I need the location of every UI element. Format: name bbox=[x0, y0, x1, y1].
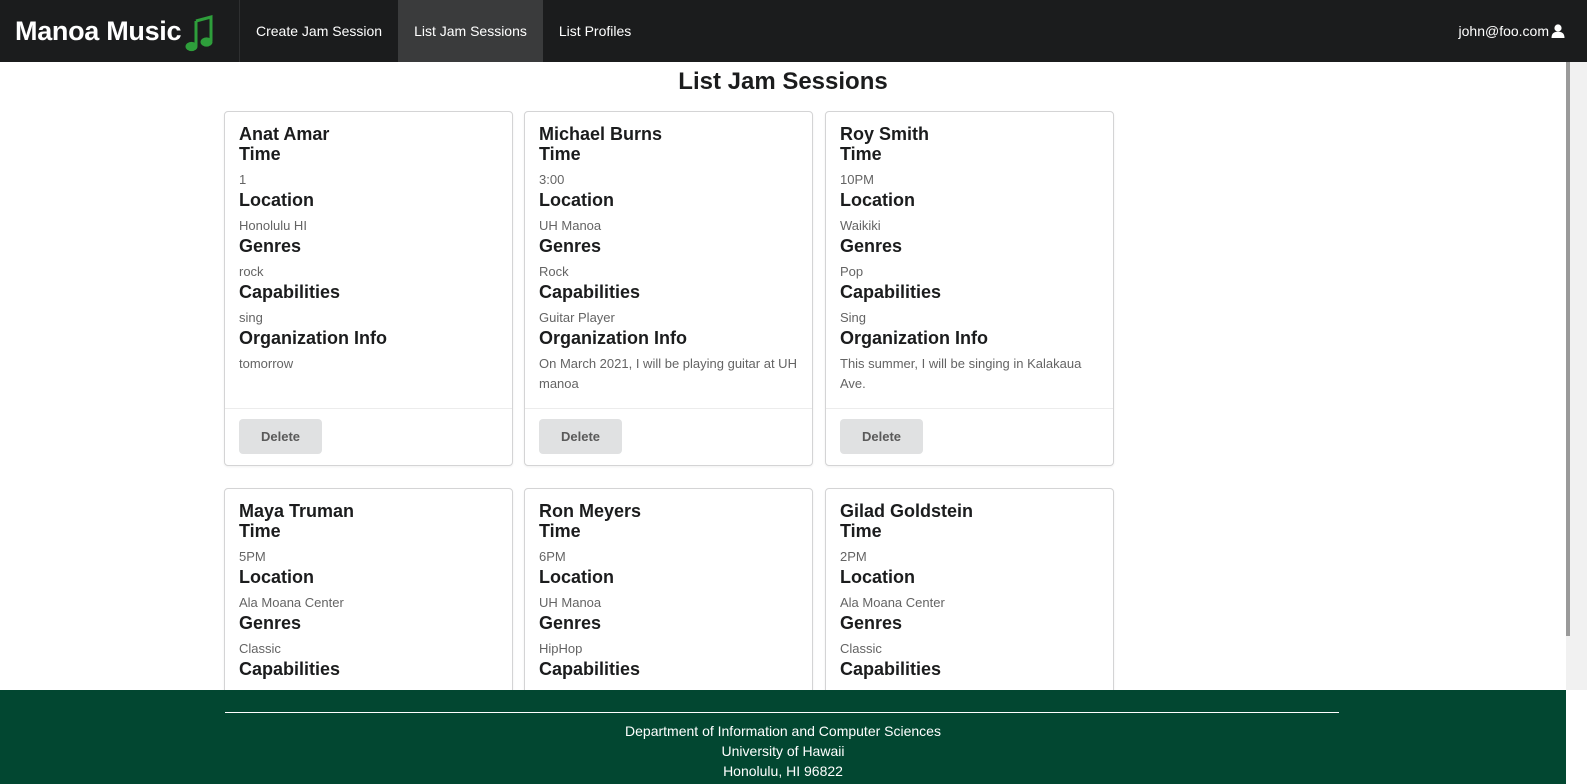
card-content: Gilad Goldstein Time 2PM Location Ala Mo… bbox=[826, 489, 1113, 693]
location-value: Honolulu HI bbox=[239, 218, 307, 233]
brand-title: Manoa Music bbox=[15, 15, 182, 46]
music-note-icon bbox=[185, 15, 215, 53]
genres-value: rock bbox=[239, 264, 264, 279]
capabilities-value: Sing bbox=[840, 310, 867, 325]
card-actions: Delete bbox=[525, 408, 812, 465]
location-label: Location bbox=[840, 567, 915, 587]
page-scrollbar-thumb[interactable] bbox=[1566, 62, 1570, 636]
genres-value: Classic bbox=[840, 641, 882, 656]
time-value: 10PM bbox=[840, 172, 874, 187]
capabilities-label: Capabilities bbox=[539, 282, 641, 302]
page-footer: Department of Information and Computer S… bbox=[0, 690, 1566, 784]
location-label: Location bbox=[239, 567, 314, 587]
nav-create-jam-session[interactable]: Create Jam Session bbox=[240, 0, 398, 62]
card-content: Anat Amar Time 1 Location Honolulu HI Ge… bbox=[225, 112, 512, 408]
organization-info-value: On March 2021, I will be playing guitar … bbox=[539, 356, 797, 391]
genres-value: Classic bbox=[239, 641, 281, 656]
genres-label: Genres bbox=[539, 613, 602, 633]
genres-value: Rock bbox=[539, 264, 569, 279]
location-value: UH Manoa bbox=[539, 218, 602, 233]
capabilities-label: Capabilities bbox=[840, 282, 942, 302]
user-icon bbox=[1551, 24, 1565, 38]
card-content: Michael Burns Time 3:00 Location UH Mano… bbox=[525, 112, 812, 408]
time-label: Time bbox=[539, 144, 581, 164]
time-label: Time bbox=[840, 144, 882, 164]
location-label: Location bbox=[539, 190, 614, 210]
card-content: Roy Smith Time 10PM Location Waikiki Gen… bbox=[826, 112, 1113, 408]
organization-info-value: tomorrow bbox=[239, 356, 294, 371]
time-value: 3:00 bbox=[539, 172, 565, 187]
session-name: Anat Amar bbox=[239, 124, 330, 144]
organization-info-value: This summer, I will be singing in Kalaka… bbox=[840, 356, 1082, 391]
card-content: Maya Truman Time 5PM Location Ala Moana … bbox=[225, 489, 512, 693]
capabilities-label: Capabilities bbox=[239, 659, 341, 679]
time-label: Time bbox=[539, 521, 581, 541]
time-label: Time bbox=[239, 144, 281, 164]
top-navbar: Manoa Music Create Jam Session List Jam … bbox=[0, 0, 1587, 62]
organization-info-label: Organization Info bbox=[840, 328, 988, 348]
time-value: 2PM bbox=[840, 549, 867, 564]
delete-button[interactable]: Delete bbox=[239, 419, 322, 454]
organization-info-label: Organization Info bbox=[239, 328, 387, 348]
session-name: Gilad Goldstein bbox=[840, 501, 974, 521]
footer-university: University of Hawaii bbox=[721, 743, 845, 759]
location-value: Ala Moana Center bbox=[239, 595, 344, 610]
genres-label: Genres bbox=[840, 613, 903, 633]
location-value: Waikiki bbox=[840, 218, 881, 233]
user-menu[interactable]: john@foo.com bbox=[1459, 0, 1587, 62]
time-value: 5PM bbox=[239, 549, 266, 564]
time-label: Time bbox=[840, 521, 882, 541]
card-actions: Delete bbox=[826, 408, 1113, 465]
user-email: john@foo.com bbox=[1458, 23, 1549, 39]
footer-divider bbox=[225, 712, 1339, 713]
delete-button[interactable]: Delete bbox=[539, 419, 622, 454]
location-label: Location bbox=[239, 190, 314, 210]
session-name: Michael Burns bbox=[539, 124, 663, 144]
delete-button[interactable]: Delete bbox=[840, 419, 923, 454]
genres-label: Genres bbox=[539, 236, 602, 256]
nav-list-jam-sessions[interactable]: List Jam Sessions bbox=[398, 0, 543, 62]
session-name: Roy Smith bbox=[840, 124, 930, 144]
genres-label: Genres bbox=[239, 613, 302, 633]
time-value: 6PM bbox=[539, 549, 566, 564]
capabilities-value: sing bbox=[239, 310, 263, 325]
capabilities-value: Guitar Player bbox=[539, 310, 615, 325]
jam-session-card: Roy Smith Time 10PM Location Waikiki Gen… bbox=[825, 111, 1114, 466]
organization-info-label: Organization Info bbox=[539, 328, 687, 348]
genres-label: Genres bbox=[239, 236, 302, 256]
footer-department: Department of Information and Computer S… bbox=[625, 723, 941, 739]
genres-label: Genres bbox=[840, 236, 903, 256]
capabilities-label: Capabilities bbox=[840, 659, 942, 679]
time-label: Time bbox=[239, 521, 281, 541]
nav-list-profiles[interactable]: List Profiles bbox=[543, 0, 647, 62]
card-content: Ron Meyers Time 6PM Location UH Manoa Ge… bbox=[525, 489, 812, 693]
genres-value: HipHop bbox=[539, 641, 583, 656]
location-label: Location bbox=[539, 567, 614, 587]
jam-session-card: Anat Amar Time 1 Location Honolulu HI Ge… bbox=[224, 111, 513, 466]
location-value: Ala Moana Center bbox=[840, 595, 945, 610]
capabilities-label: Capabilities bbox=[239, 282, 341, 302]
capabilities-label: Capabilities bbox=[539, 659, 641, 679]
location-value: UH Manoa bbox=[539, 595, 602, 610]
session-name: Ron Meyers bbox=[539, 501, 642, 521]
location-label: Location bbox=[840, 190, 915, 210]
session-name: Maya Truman bbox=[239, 501, 355, 521]
card-actions: Delete bbox=[225, 408, 512, 465]
time-value: 1 bbox=[239, 172, 247, 187]
page-title: List Jam Sessions bbox=[678, 68, 888, 95]
footer-city: Honolulu, HI 96822 bbox=[723, 763, 843, 779]
jam-session-card: Michael Burns Time 3:00 Location UH Mano… bbox=[524, 111, 813, 466]
brand-home-link[interactable]: Manoa Music bbox=[0, 0, 240, 62]
genres-value: Pop bbox=[840, 264, 864, 279]
footer-address: Department of Information and Computer S… bbox=[0, 721, 1566, 781]
